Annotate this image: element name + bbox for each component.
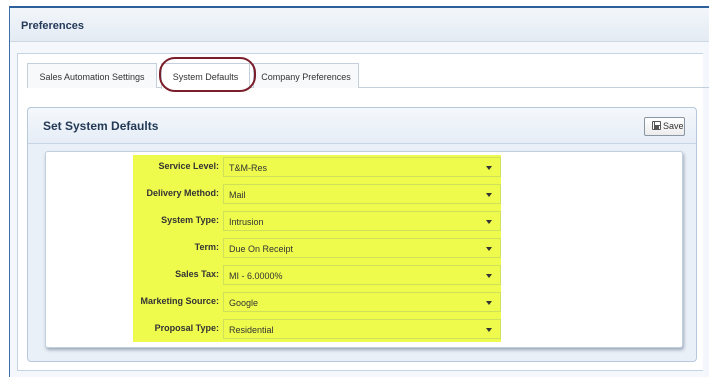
delivery-method-select[interactable]: Mail bbox=[223, 184, 501, 204]
term-select[interactable]: Due On Receipt bbox=[223, 238, 501, 258]
field-row-service-level: Service Level: T&M-Res bbox=[133, 155, 501, 177]
chevron-down-icon bbox=[486, 166, 492, 170]
field-row-proposal-type: Proposal Type: Residential bbox=[133, 317, 501, 339]
delivery-method-label: Delivery Method: bbox=[146, 188, 219, 198]
term-value: Due On Receipt bbox=[229, 244, 294, 254]
defaults-form: Service Level: T&M-Res Delivery Method: … bbox=[45, 151, 683, 348]
term-label: Term: bbox=[194, 242, 219, 252]
sales-tax-select[interactable]: MI - 6.0000% bbox=[223, 265, 501, 285]
chevron-down-icon bbox=[486, 301, 492, 305]
sales-tax-value: MI - 6.0000% bbox=[229, 271, 283, 281]
chevron-down-icon bbox=[486, 193, 492, 197]
floppy-disk-icon bbox=[652, 121, 661, 130]
marketing-source-label: Marketing Source: bbox=[140, 296, 219, 306]
tab-bar: Sales Automation Settings System Default… bbox=[27, 57, 709, 92]
chevron-down-icon bbox=[486, 274, 492, 278]
system-type-label: System Type: bbox=[161, 215, 219, 225]
chevron-down-icon bbox=[486, 328, 492, 332]
system-type-select[interactable]: Intrusion bbox=[223, 211, 501, 231]
service-level-value: T&M-Res bbox=[229, 163, 267, 173]
system-defaults-panel: Set System Defaults Save Service Level: … bbox=[27, 107, 697, 362]
service-level-select[interactable]: T&M-Res bbox=[223, 157, 501, 177]
field-row-term: Term: Due On Receipt bbox=[133, 236, 501, 258]
panel-title: Set System Defaults bbox=[43, 119, 159, 133]
preferences-content: Sales Automation Settings System Default… bbox=[17, 53, 709, 371]
preferences-body: Sales Automation Settings System Default… bbox=[9, 6, 709, 377]
delivery-method-value: Mail bbox=[229, 190, 246, 200]
service-level-label: Service Level: bbox=[158, 161, 219, 171]
highlighted-fields: Service Level: T&M-Res Delivery Method: … bbox=[133, 155, 501, 342]
system-type-value: Intrusion bbox=[229, 217, 264, 227]
tab-company-preferences[interactable]: Company Preferences bbox=[253, 63, 359, 88]
field-row-system-type: System Type: Intrusion bbox=[133, 209, 501, 231]
proposal-type-value: Residential bbox=[229, 325, 274, 335]
chevron-down-icon bbox=[486, 247, 492, 251]
marketing-source-value: Google bbox=[229, 298, 259, 308]
save-button[interactable]: Save bbox=[644, 117, 685, 136]
chevron-down-icon bbox=[486, 220, 492, 224]
marketing-source-select[interactable]: Google bbox=[223, 292, 501, 312]
panel-header: Set System Defaults Save bbox=[28, 108, 696, 144]
tab-sales-automation-settings[interactable]: Sales Automation Settings bbox=[27, 63, 157, 88]
save-button-label: Save bbox=[663, 121, 684, 131]
field-row-sales-tax: Sales Tax: MI - 6.0000% bbox=[133, 263, 501, 285]
proposal-type-label: Proposal Type: bbox=[154, 323, 219, 333]
sales-tax-label: Sales Tax: bbox=[175, 269, 219, 279]
field-row-marketing-source: Marketing Source: Google bbox=[133, 290, 501, 312]
tab-system-defaults[interactable]: System Defaults bbox=[161, 63, 250, 89]
field-row-delivery-method: Delivery Method: Mail bbox=[133, 182, 501, 204]
proposal-type-select[interactable]: Residential bbox=[223, 319, 501, 339]
